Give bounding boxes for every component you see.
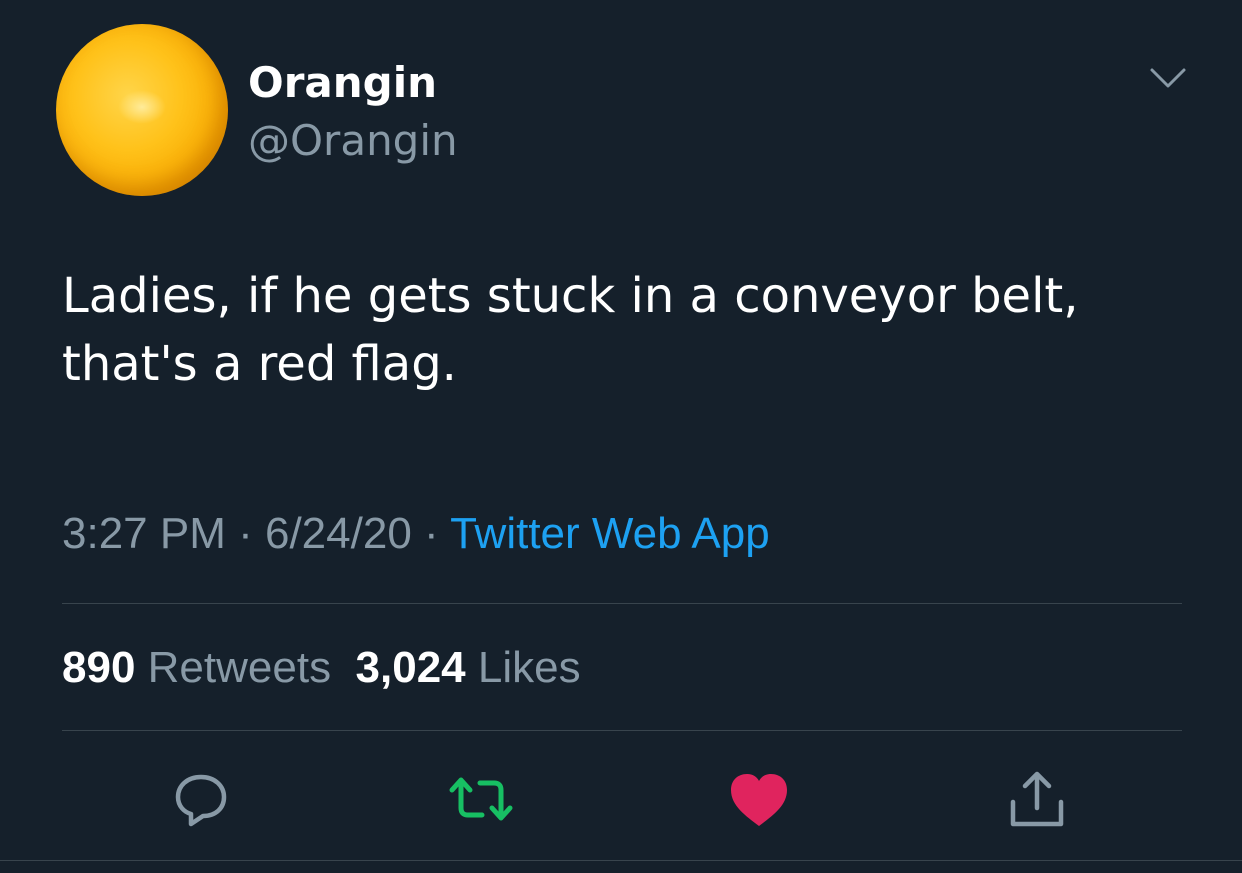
divider [62, 730, 1182, 731]
reply-button[interactable] [166, 764, 236, 834]
tweet-source-link[interactable]: Twitter Web App [450, 509, 770, 558]
tweet-text: Ladies, if he gets stuck in a conveyor b… [62, 262, 1192, 398]
like-button[interactable] [724, 764, 794, 834]
retweet-count: 890 [62, 643, 136, 692]
bottom-divider [0, 860, 1242, 861]
tweet-actions [0, 764, 1242, 834]
retweets-stat[interactable]: 890 Retweets [62, 643, 331, 692]
like-count: 3,024 [355, 643, 466, 692]
display-name[interactable]: Orangin [248, 58, 437, 108]
tweet-text-line: that's a red flag. [62, 336, 457, 392]
tweet-meta: 3:27 PM · 6/24/20 · Twitter Web App [62, 506, 770, 562]
tweet-detail: Orangin @Orangin Ladies, if he gets stuc… [0, 0, 1242, 873]
retweet-label: Retweets [147, 643, 332, 692]
like-label: Likes [477, 643, 581, 692]
user-handle[interactable]: @Orangin [248, 116, 458, 166]
retweet-button[interactable] [446, 764, 516, 834]
share-button[interactable] [1002, 764, 1072, 834]
tweet-text-line: Ladies, if he gets stuck in a conveyor b… [62, 268, 1079, 324]
retweet-icon [449, 777, 513, 821]
heart-icon [731, 774, 787, 826]
meta-separator: · [225, 509, 265, 558]
tweet-time[interactable]: 3:27 PM [62, 509, 226, 558]
avatar-highlight [118, 90, 166, 124]
tweet-date[interactable]: 6/24/20 [265, 509, 412, 558]
likes-stat[interactable]: 3,024 Likes [356, 643, 581, 692]
reply-icon [175, 774, 227, 827]
share-icon [1010, 771, 1064, 827]
meta-separator: · [411, 509, 451, 558]
more-options-button[interactable] [1146, 60, 1190, 96]
tweet-stats: 890 Retweets 3,024 Likes [62, 640, 581, 696]
divider [62, 603, 1182, 604]
chevron-down-icon [1150, 68, 1186, 88]
avatar[interactable] [56, 24, 228, 196]
